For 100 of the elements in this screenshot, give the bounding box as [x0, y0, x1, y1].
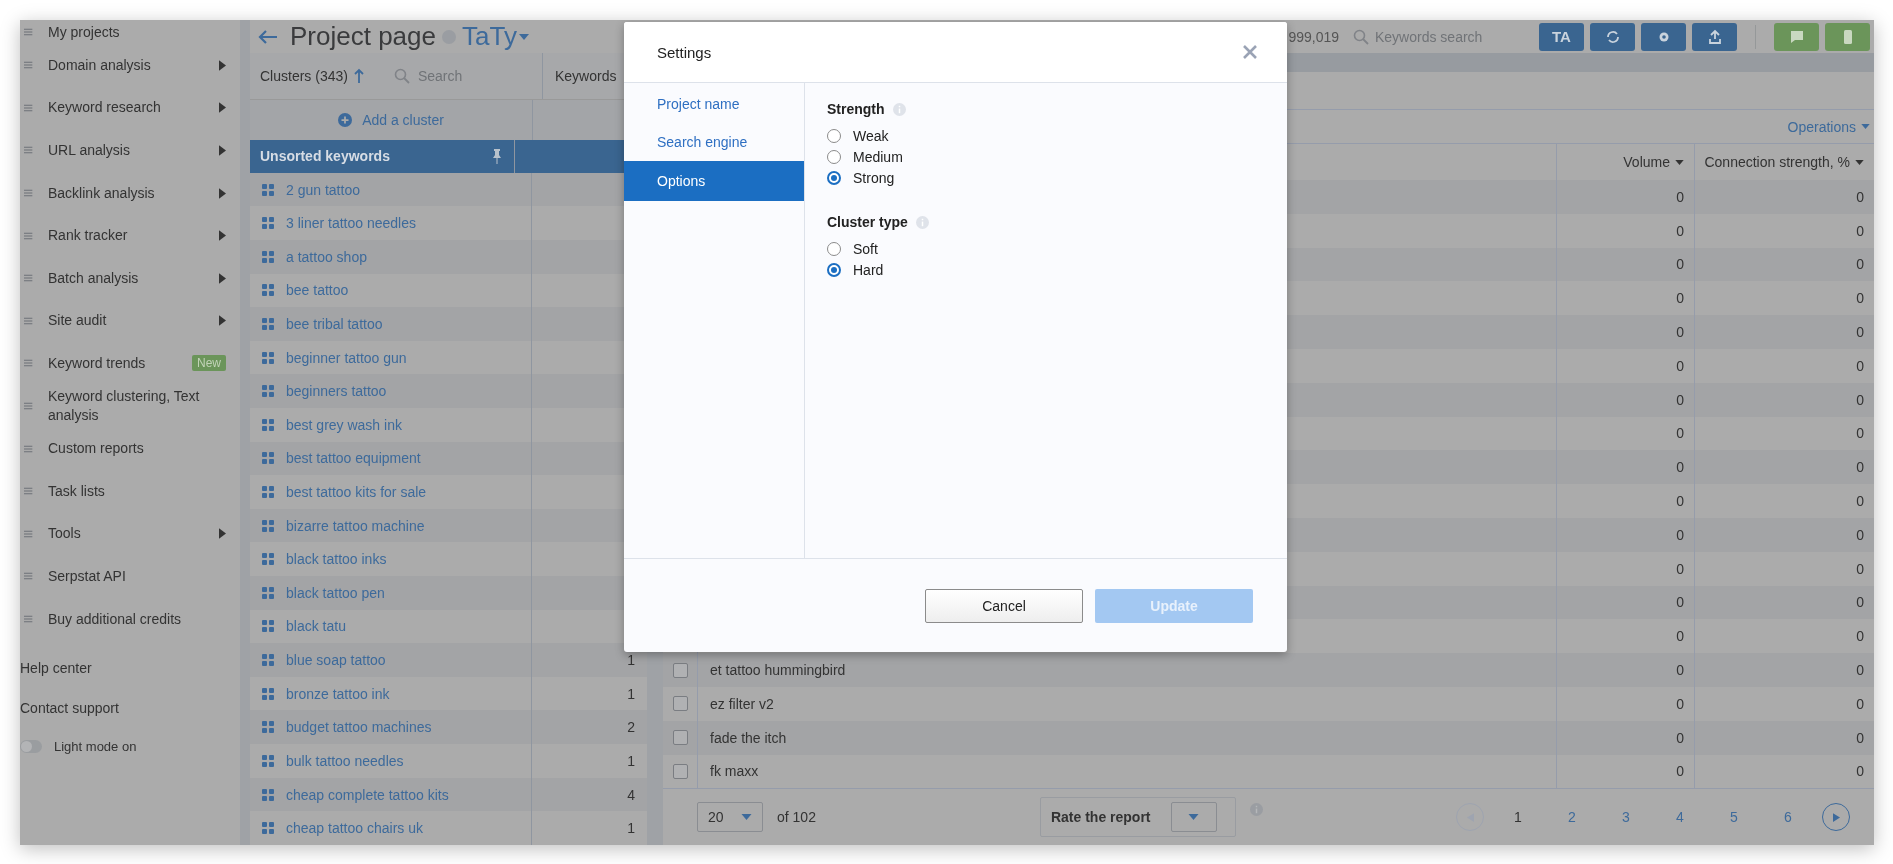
menu-item[interactable]: URL analysis	[20, 129, 240, 172]
refresh-button[interactable]	[1590, 22, 1635, 51]
caret-icon	[219, 272, 226, 284]
radio-label[interactable]: Strong	[853, 169, 895, 186]
settings-tab[interactable]: Project name	[624, 85, 804, 123]
volume-cell: 0	[1676, 256, 1684, 273]
info-icon	[915, 215, 929, 229]
rating-select[interactable]	[1170, 802, 1217, 833]
search-field[interactable]: Keywords search	[1375, 28, 1533, 45]
comment-button[interactable]	[1774, 22, 1819, 51]
new-badge: New	[192, 355, 226, 372]
strength-cell: 0	[1856, 729, 1864, 746]
checkbox[interactable]	[672, 696, 688, 712]
radio-label[interactable]: Soft	[853, 240, 878, 257]
menu-item[interactable]: Keyword clustering, Text analysis	[20, 384, 240, 428]
keyword-count: 4	[627, 786, 635, 803]
menu-item[interactable]: Keyword trends New	[20, 342, 240, 385]
radio-button[interactable]	[827, 262, 841, 277]
toolbar-button[interactable]: TA	[1539, 22, 1584, 51]
search-icon	[1353, 28, 1369, 45]
caret-icon	[219, 230, 226, 242]
menu-item[interactable]: Task lists	[20, 469, 240, 513]
grid-icon	[262, 586, 274, 599]
menu-item[interactable]: Backlink analysis	[20, 171, 240, 215]
menu-item[interactable]: Buy additional credits	[20, 597, 240, 641]
volume-cell: 0	[1676, 526, 1684, 543]
menu-item[interactable]: Domain analysis	[20, 44, 240, 87]
strength-cell: 0	[1856, 695, 1864, 712]
volume-cell: 0	[1676, 222, 1684, 239]
keyword-cell: fk maxx	[710, 763, 759, 780]
menu-item[interactable]: Tools	[20, 512, 240, 556]
grid-icon	[262, 788, 274, 801]
grid-icon	[262, 486, 274, 498]
close-icon[interactable]	[1243, 45, 1257, 59]
page-size-select[interactable]: 20	[697, 802, 763, 833]
caret-icon	[219, 187, 226, 199]
dialog-title: Settings	[657, 43, 712, 61]
strength-cell: 0	[1856, 425, 1864, 442]
strength-cell: 0	[1856, 357, 1864, 374]
menu-item[interactable]: My projects	[20, 20, 240, 44]
menu-item[interactable]: Custom reports	[20, 427, 240, 470]
strength-cell: 0	[1856, 493, 1864, 510]
back-arrow-icon[interactable]	[258, 29, 278, 44]
keyword-cell: fade the itch	[710, 729, 787, 746]
radio-label[interactable]: Hard	[853, 261, 884, 278]
checkbox[interactable]	[672, 730, 688, 746]
volume-cell: 0	[1676, 425, 1684, 442]
volume-cell: 0	[1676, 695, 1684, 712]
keyword-count: 1	[627, 820, 635, 837]
settings-tab[interactable]: Options	[624, 161, 804, 201]
volume-cell: 0	[1676, 188, 1684, 205]
page-link[interactable]: 1	[1498, 809, 1538, 826]
grid-icon	[262, 284, 274, 297]
cancel-button[interactable]: Cancel	[925, 588, 1083, 623]
volume-cell: 0	[1676, 662, 1684, 679]
volume-cell: 0	[1676, 628, 1684, 645]
grid-icon	[262, 754, 274, 767]
strength-cell: 0	[1856, 526, 1864, 543]
settings-button[interactable]	[1641, 22, 1686, 51]
strength-cell: 0	[1856, 763, 1864, 780]
radio-label[interactable]: Medium	[853, 148, 903, 165]
menu-item[interactable]: Keyword research	[20, 86, 240, 130]
toggle-switch[interactable]	[20, 739, 42, 753]
total-count: of 102	[777, 809, 816, 826]
list-icon	[24, 26, 34, 38]
grid-icon	[262, 687, 274, 700]
grid-icon	[262, 183, 274, 196]
radio-button[interactable]	[827, 149, 841, 164]
sort-arrow-icon[interactable]	[353, 67, 364, 84]
phone-button[interactable]	[1825, 22, 1870, 51]
menu-item[interactable]: Serpstat API	[20, 555, 240, 598]
radio-button[interactable]	[827, 128, 841, 143]
group-title: Cluster type	[827, 214, 908, 230]
volume-cell: 0	[1676, 459, 1684, 476]
sidebar-link[interactable]: Help center	[20, 648, 240, 689]
credits-count: 999,019	[1288, 28, 1339, 45]
caret-icon	[1855, 159, 1864, 165]
radio-button[interactable]	[827, 170, 841, 185]
menu-item[interactable]: Site audit	[20, 299, 240, 343]
menu-item[interactable]: Rank tracker	[20, 214, 240, 257]
keyword-count: 2	[627, 719, 635, 736]
grid-icon	[262, 553, 274, 566]
pin-icon[interactable]	[492, 148, 502, 165]
strength-cell: 0	[1856, 459, 1864, 476]
strength-cell: 0	[1856, 560, 1864, 577]
caret-icon	[1188, 814, 1199, 821]
checkbox[interactable]	[672, 662, 688, 678]
export-button[interactable]	[1692, 22, 1737, 51]
strength-cell: 0	[1856, 222, 1864, 239]
menu-item[interactable]: Batch analysis	[20, 256, 240, 300]
checkbox[interactable]	[672, 763, 688, 779]
grid-icon	[262, 418, 274, 431]
keyword-cell: ez filter v2	[710, 695, 774, 712]
sidebar-link[interactable]: Contact support	[20, 688, 240, 729]
clusters-title: Clusters (343)	[260, 67, 348, 84]
toggle-label: Light mode on	[54, 738, 137, 754]
radio-label[interactable]: Weak	[853, 127, 889, 144]
volume-cell: 0	[1676, 357, 1684, 374]
radio-button[interactable]	[827, 241, 841, 256]
volume-cell: 0	[1676, 493, 1684, 510]
